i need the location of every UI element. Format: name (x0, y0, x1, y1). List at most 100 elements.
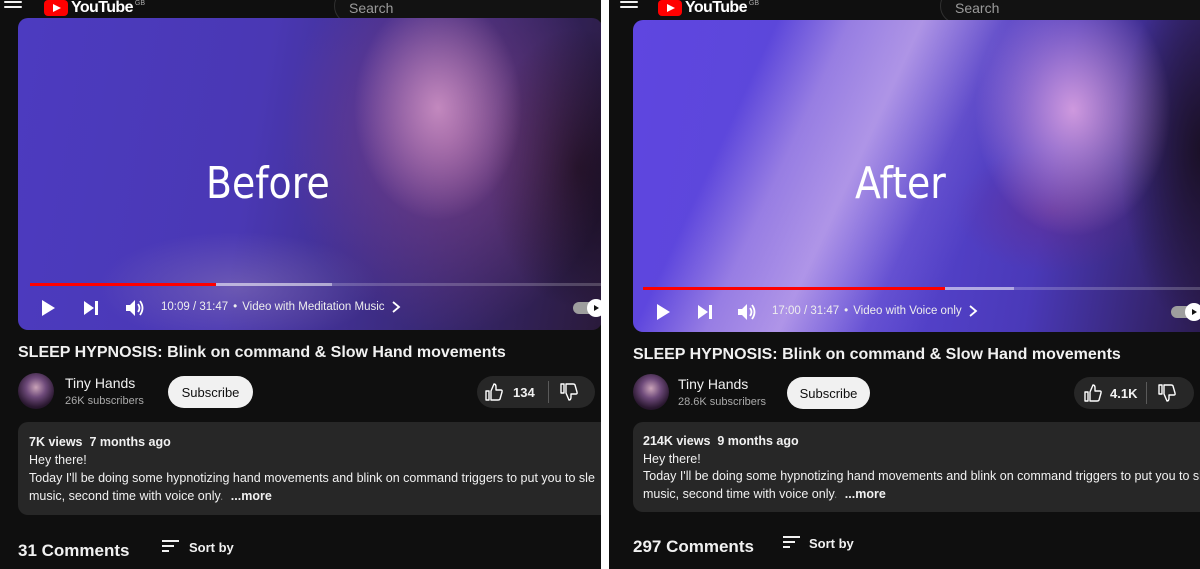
like-divider (1146, 382, 1147, 404)
subscriber-count: 26K subscribers (65, 395, 144, 407)
like-divider (548, 381, 549, 403)
sort-by-label: Sort by (189, 540, 234, 556)
chapter-title[interactable]: Video with Meditation Music (242, 301, 384, 313)
dislike-button[interactable] (1158, 384, 1176, 407)
volume-icon (738, 304, 756, 320)
time-text: 10:09 / 31:47 (161, 301, 229, 313)
logo-country: GB (748, 0, 759, 7)
play-button[interactable] (655, 303, 671, 321)
volume-button[interactable] (125, 299, 145, 317)
like-dislike-group: 4.1K (1074, 377, 1194, 409)
description-line-2: Today I'll be doing some hypnotizing han… (643, 469, 1200, 483)
logo-text: YouTube (685, 0, 747, 16)
like-dislike-group: 134 (477, 376, 595, 408)
logo-text: YouTube (71, 0, 133, 16)
thumbs-up-icon (485, 383, 503, 401)
time-display: 17:00 / 31:47 • Video with Voice only (772, 305, 978, 317)
youtube-logo[interactable]: YouTube GB (44, 0, 145, 16)
view-count: 214K views (643, 434, 711, 448)
overlay-caption: Before (206, 158, 330, 209)
upload-age: 7 months ago (89, 435, 171, 449)
sort-by-button[interactable]: Sort by (162, 540, 234, 555)
like-count: 4.1K (1110, 385, 1138, 401)
progress-bar[interactable] (643, 287, 1200, 290)
thumbs-down-icon (1158, 384, 1176, 402)
before-screenshot-panel: YouTube GB Search Before 10:09 / 31:47 •… (0, 0, 601, 569)
description-line-3-text: music, second time with voice only (643, 487, 834, 501)
menu-icon[interactable] (620, 1, 638, 13)
thumbs-up-icon (1084, 384, 1102, 402)
upload-age: 9 months ago (717, 434, 799, 448)
youtube-logo-icon (44, 0, 68, 16)
next-button[interactable] (697, 304, 713, 320)
description-box[interactable]: 7K views 7 months ago Hey there! Today I… (18, 422, 601, 515)
search-placeholder: Search (349, 0, 394, 16)
video-player[interactable]: Before 10:09 / 31:47 • Video with Medita… (18, 18, 601, 330)
play-button[interactable] (40, 299, 56, 317)
play-icon (42, 300, 55, 316)
search-placeholder: Search (955, 0, 1000, 16)
more-link[interactable]: ...more (845, 487, 886, 501)
subscribe-button[interactable]: Subscribe (168, 376, 253, 408)
comments-count: 31 Comments (18, 541, 130, 560)
sort-by-label: Sort by (809, 536, 854, 552)
like-button[interactable]: 134 (485, 376, 535, 408)
volume-icon (126, 300, 144, 316)
autoplay-knob (1185, 303, 1200, 321)
like-button[interactable]: 4.1K (1084, 377, 1137, 409)
description-fade: . (833, 487, 838, 501)
channel-name[interactable]: Tiny Hands (678, 376, 748, 392)
autoplay-toggle[interactable] (573, 299, 601, 317)
description-line-2: Today I'll be doing some hypnotizing han… (29, 471, 595, 485)
volume-button[interactable] (737, 303, 757, 321)
next-button[interactable] (83, 300, 99, 316)
sort-icon (162, 540, 179, 555)
channel-avatar[interactable] (18, 373, 54, 409)
logo-country: GB (134, 0, 145, 7)
time-display: 10:09 / 31:47 • Video with Meditation Mu… (161, 301, 401, 313)
description-box[interactable]: 214K views 9 months ago Hey there! Today… (633, 422, 1200, 512)
description-line-1: Hey there! (29, 453, 87, 467)
youtube-logo-icon (658, 0, 682, 16)
time-separator: • (844, 305, 849, 317)
video-title: SLEEP HYPNOSIS: Blink on command & Slow … (18, 344, 506, 361)
description-line-3-text: music, second time with voice only (29, 489, 220, 503)
panel-divider (601, 0, 609, 569)
menu-icon[interactable] (4, 1, 22, 13)
description-line-1: Hey there! (643, 452, 701, 466)
play-icon (657, 304, 670, 320)
after-screenshot-panel: YouTube GB Search After 17:00 / 31:47 • … (609, 0, 1200, 569)
video-player[interactable]: After 17:00 / 31:47 • Video with Voice o… (633, 20, 1200, 332)
description-line-3: music, second time with voice only. ...m… (29, 489, 272, 503)
chevron-right-icon[interactable] (968, 305, 978, 317)
view-stats: 214K views 9 months ago (643, 434, 799, 448)
description-line-3: music, second time with voice only. ...m… (643, 487, 886, 501)
view-stats: 7K views 7 months ago (29, 435, 171, 449)
sort-icon (783, 536, 800, 551)
progress-played (30, 283, 216, 286)
video-title: SLEEP HYPNOSIS: Blink on command & Slow … (633, 346, 1121, 363)
thumbs-down-icon (560, 383, 578, 401)
subscriber-count: 28.6K subscribers (678, 396, 767, 408)
more-link[interactable]: ...more (231, 489, 272, 503)
next-icon (698, 305, 712, 319)
description-fade: . (219, 489, 224, 503)
view-count: 7K views (29, 435, 83, 449)
youtube-logo[interactable]: YouTube GB (658, 0, 759, 16)
channel-name[interactable]: Tiny Hands (65, 375, 135, 391)
channel-avatar[interactable] (633, 374, 669, 410)
chevron-right-icon[interactable] (391, 301, 401, 313)
overlay-caption: After (855, 158, 946, 209)
chapter-title[interactable]: Video with Voice only (853, 305, 961, 317)
time-text: 17:00 / 31:47 (772, 305, 840, 317)
autoplay-toggle[interactable] (1171, 303, 1200, 321)
like-count: 134 (513, 384, 535, 400)
time-separator: • (233, 301, 238, 313)
dislike-button[interactable] (560, 383, 578, 406)
next-icon (84, 301, 98, 315)
progress-bar[interactable] (30, 283, 601, 286)
progress-played (643, 287, 946, 290)
subscribe-button[interactable]: Subscribe (787, 377, 870, 409)
autoplay-knob (587, 299, 601, 317)
sort-by-button[interactable]: Sort by (783, 536, 854, 551)
